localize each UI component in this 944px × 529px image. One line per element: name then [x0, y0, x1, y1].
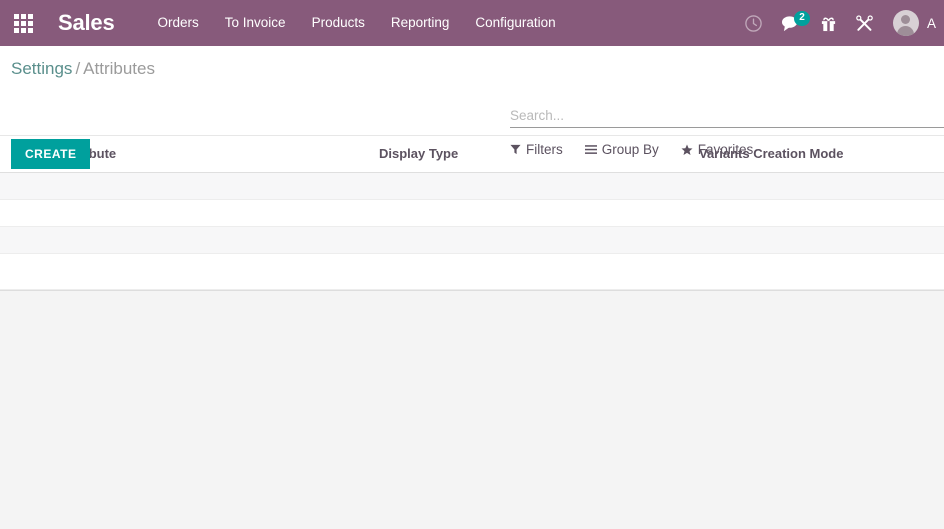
- top-navbar: Sales Orders To Invoice Products Reporti…: [0, 0, 944, 46]
- search-input-wrapper[interactable]: [510, 104, 944, 128]
- apps-menu-button[interactable]: [0, 0, 46, 46]
- menu-item-reporting[interactable]: Reporting: [378, 0, 463, 46]
- table-row[interactable]: [0, 226, 944, 254]
- row-cell-variants-creation-mode: [699, 226, 944, 254]
- column-header-attribute[interactable]: Attribute: [62, 136, 379, 173]
- row-cell-variants-creation-mode: [699, 172, 944, 200]
- breadcrumb: Settings / Attributes: [11, 57, 155, 81]
- table-row[interactable]: [0, 253, 944, 290]
- filter-icon: [510, 144, 526, 155]
- row-cell-attribute: [62, 226, 379, 254]
- row-cell-variants-creation-mode: [699, 253, 944, 290]
- control-panel: Settings/Attributes CREATE Filters: [0, 46, 944, 169]
- favorites-label: Favorites: [697, 142, 754, 157]
- row-cell-select: [0, 172, 62, 200]
- user-name-label: A: [926, 15, 936, 31]
- table-body: [0, 172, 944, 290]
- search-options: Filters Group By Favorites: [510, 142, 944, 157]
- menu-item-to-invoice[interactable]: To Invoice: [212, 0, 299, 46]
- menu-item-orders[interactable]: Orders: [145, 0, 212, 46]
- clock-icon[interactable]: [735, 0, 772, 46]
- row-cell-variants-creation-mode: [699, 199, 944, 227]
- breadcrumb-item-attributes: Attributes: [83, 59, 155, 78]
- row-cell-select: [0, 226, 62, 254]
- table-row[interactable]: [0, 199, 944, 227]
- main-menu: Orders To Invoice Products Reporting Con…: [145, 0, 569, 46]
- row-cell-attribute: [62, 172, 379, 200]
- tools-icon[interactable]: [846, 0, 883, 46]
- page-background: [0, 290, 944, 523]
- create-button[interactable]: CREATE: [11, 139, 91, 169]
- menu-item-configuration[interactable]: Configuration: [462, 0, 568, 46]
- row-cell-display-type: [379, 253, 699, 290]
- list-view: Attribute Display Type Variants Creation…: [0, 136, 944, 291]
- list-icon: [584, 144, 602, 155]
- breadcrumb-item-settings[interactable]: Settings: [11, 59, 72, 78]
- star-icon: [681, 144, 698, 156]
- user-avatar: [892, 10, 919, 36]
- row-cell-attribute: [62, 253, 379, 290]
- attributes-table: Attribute Display Type Variants Creation…: [0, 136, 944, 290]
- app-brand-sales[interactable]: Sales: [58, 0, 115, 46]
- table-row[interactable]: [0, 172, 944, 200]
- filters-dropdown[interactable]: Filters: [510, 142, 563, 157]
- search-input[interactable]: [510, 104, 944, 127]
- groupby-dropdown[interactable]: Group By: [584, 142, 659, 157]
- row-cell-select: [0, 253, 62, 290]
- chat-icon[interactable]: 2: [772, 0, 811, 46]
- user-menu[interactable]: A: [883, 0, 944, 46]
- groupby-label: Group By: [601, 142, 659, 157]
- row-cell-display-type: [379, 199, 699, 227]
- menu-item-products[interactable]: Products: [299, 0, 378, 46]
- gift-icon[interactable]: [811, 0, 846, 46]
- apps-grid-icon: [13, 13, 33, 33]
- breadcrumb-separator: /: [75, 59, 81, 78]
- navbar-systray: 2 A: [735, 0, 944, 46]
- chat-unread-badge: 2: [793, 11, 810, 26]
- row-cell-display-type: [379, 226, 699, 254]
- row-cell-attribute: [62, 199, 379, 227]
- row-cell-select: [0, 199, 62, 227]
- favorites-dropdown[interactable]: Favorites: [681, 142, 754, 157]
- filters-label: Filters: [526, 142, 563, 157]
- search-view: Filters Group By Favor: [510, 104, 944, 157]
- row-cell-display-type: [379, 172, 699, 200]
